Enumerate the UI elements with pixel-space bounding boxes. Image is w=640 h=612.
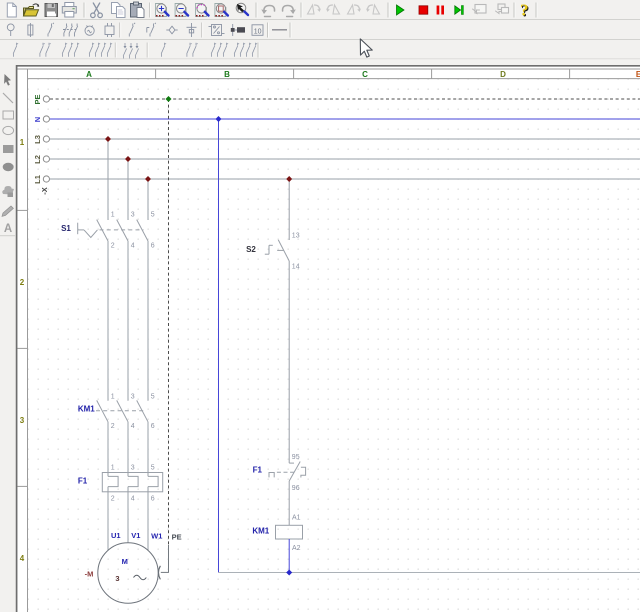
svg-text:96: 96 <box>292 485 300 492</box>
svg-text:4: 4 <box>20 554 25 563</box>
svg-text:6: 6 <box>151 496 155 503</box>
svg-text:W1: W1 <box>151 532 162 541</box>
svg-text:L3: L3 <box>33 135 42 144</box>
svg-text:A: A <box>86 70 92 79</box>
svg-text:A2: A2 <box>292 545 301 552</box>
svg-text:1: 1 <box>111 212 115 219</box>
svg-text:1: 1 <box>111 393 115 400</box>
svg-text:2: 2 <box>111 423 115 430</box>
svg-text:2: 2 <box>111 243 115 250</box>
svg-text:5: 5 <box>151 465 155 472</box>
svg-text:A: A <box>4 223 12 235</box>
svg-text:S2: S2 <box>246 245 256 254</box>
svg-text:6: 6 <box>151 423 155 430</box>
svg-text:U1: U1 <box>111 531 121 540</box>
svg-text:6: 6 <box>151 243 155 250</box>
svg-text:KM1: KM1 <box>78 404 95 413</box>
svg-text:D: D <box>500 70 506 79</box>
svg-text:3: 3 <box>115 574 119 583</box>
svg-text:95: 95 <box>292 454 300 461</box>
svg-text:N: N <box>33 117 42 122</box>
svg-text:14: 14 <box>292 263 300 270</box>
svg-text:3: 3 <box>131 465 135 472</box>
svg-text:?: ? <box>520 1 529 20</box>
svg-text:13: 13 <box>292 233 300 240</box>
svg-text:A1: A1 <box>292 514 301 521</box>
svg-text:L2: L2 <box>33 155 42 164</box>
svg-text:2: 2 <box>111 496 115 503</box>
svg-text:10: 10 <box>254 29 262 36</box>
svg-text:L1: L1 <box>33 175 42 184</box>
svg-text:3: 3 <box>131 393 135 400</box>
svg-text:V1: V1 <box>131 531 140 540</box>
svg-text:5: 5 <box>151 393 155 400</box>
svg-text:PE: PE <box>33 94 42 104</box>
svg-text:3: 3 <box>20 416 25 425</box>
svg-text:F1: F1 <box>253 465 263 474</box>
svg-text:-X: -X <box>40 187 49 195</box>
svg-text:S1: S1 <box>61 224 71 233</box>
svg-text:B: B <box>224 70 230 79</box>
svg-text:-M: -M <box>85 570 94 579</box>
svg-text:4: 4 <box>131 423 135 430</box>
svg-text:E: E <box>636 70 640 79</box>
svg-text:PE: PE <box>172 533 182 542</box>
svg-text:C: C <box>362 70 368 79</box>
svg-text:5: 5 <box>151 212 155 219</box>
svg-text:3: 3 <box>131 212 135 219</box>
svg-text:1: 1 <box>20 138 25 147</box>
svg-text:M: M <box>122 557 128 566</box>
svg-text:4: 4 <box>131 496 135 503</box>
svg-text:2: 2 <box>20 278 25 287</box>
svg-text:4: 4 <box>131 243 135 250</box>
svg-text:F1: F1 <box>78 477 88 486</box>
svg-text:1: 1 <box>111 465 115 472</box>
svg-text:KM1: KM1 <box>252 526 269 535</box>
